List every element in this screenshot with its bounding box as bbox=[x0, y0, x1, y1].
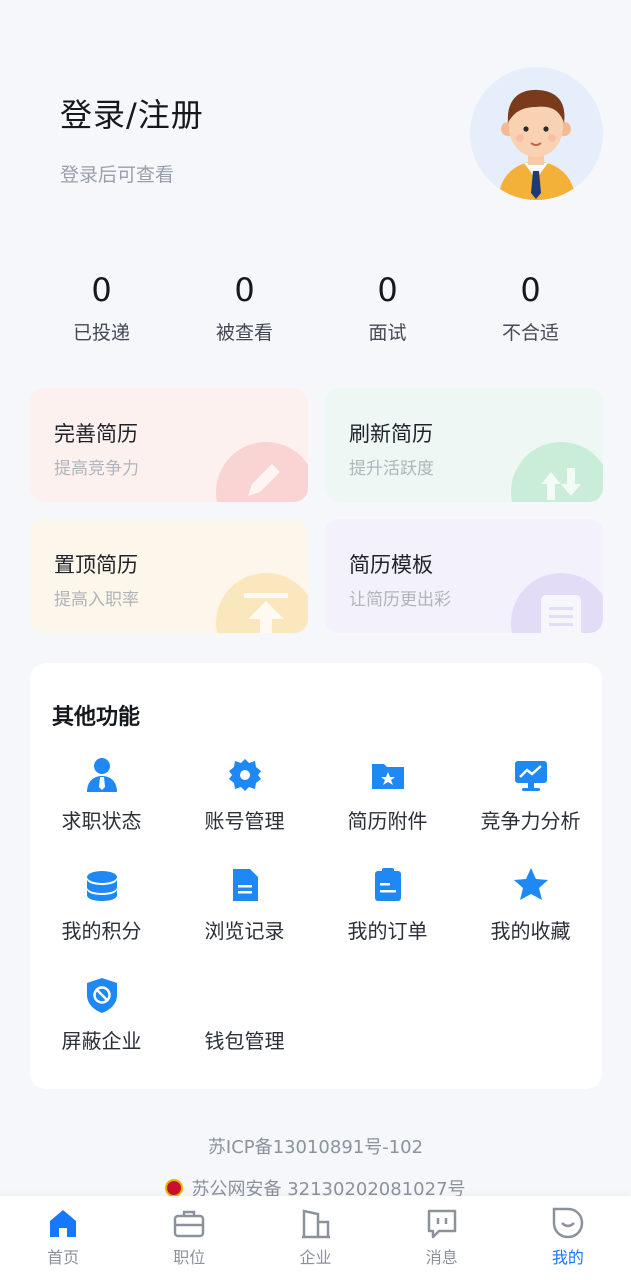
fn-label: 钱包管理 bbox=[204, 1029, 285, 1053]
login-hint: 登录后可查看 bbox=[60, 164, 175, 186]
avatar[interactable] bbox=[470, 67, 603, 200]
panel-title: 其他功能 bbox=[52, 705, 141, 730]
template-icon bbox=[511, 573, 603, 633]
fn-label: 账号管理 bbox=[204, 809, 285, 833]
card-subtitle: 提高竞争力 bbox=[54, 459, 139, 479]
profile-page: 登录/注册 登录后可查看 0 已投递 0 被查看 0 面试 0 不合适 完善简历… bbox=[0, 0, 631, 1280]
improve-resume-card[interactable]: 完善简历 提高竞争力 bbox=[30, 388, 308, 502]
arrow-up-icon bbox=[216, 573, 308, 633]
wallet-management-item[interactable]: 钱包管理 bbox=[173, 975, 316, 1054]
fn-label: 竞争力分析 bbox=[480, 809, 581, 833]
stat-value: 0 bbox=[234, 271, 255, 309]
monitor-chart-icon bbox=[514, 761, 547, 791]
my-points-item[interactable]: 我的积分 bbox=[30, 865, 173, 944]
tab-jobs[interactable]: 职位 bbox=[126, 1196, 252, 1280]
icp-record[interactable]: 苏ICP备13010891号-102 bbox=[0, 1133, 631, 1159]
resume-template-card[interactable]: 简历模板 让简历更出彩 bbox=[325, 519, 603, 633]
browse-history-item[interactable]: 浏览记录 bbox=[173, 865, 316, 944]
my-favorites-item[interactable]: 我的收藏 bbox=[459, 865, 602, 944]
stat-label: 面试 bbox=[368, 322, 407, 344]
my-orders-item[interactable]: 我的订单 bbox=[316, 865, 459, 944]
stat-interview[interactable]: 0 面试 bbox=[316, 270, 459, 350]
fn-label: 我的积分 bbox=[61, 919, 142, 943]
card-subtitle: 让简历更出彩 bbox=[349, 590, 451, 610]
stat-label: 已投递 bbox=[72, 322, 130, 344]
fn-label: 我的订单 bbox=[347, 919, 428, 943]
fn-label: 屏蔽企业 bbox=[61, 1029, 142, 1053]
account-management-item[interactable]: 账号管理 bbox=[173, 755, 316, 834]
stat-unsuitable[interactable]: 0 不合适 bbox=[459, 270, 602, 350]
stats-row: 0 已投递 0 被查看 0 面试 0 不合适 bbox=[30, 270, 602, 350]
refresh-resume-card[interactable]: 刷新简历 提升活跃度 bbox=[325, 388, 603, 502]
card-title: 完善简历 bbox=[54, 422, 138, 446]
stat-label: 不合适 bbox=[501, 322, 559, 344]
wallet-icon-placeholder bbox=[225, 975, 265, 1015]
document-icon bbox=[232, 869, 258, 901]
tab-label: 企业 bbox=[299, 1248, 332, 1267]
fn-label: 求职状态 bbox=[61, 809, 142, 833]
tab-label: 我的 bbox=[551, 1248, 584, 1267]
competitiveness-analysis-item[interactable]: 竞争力分析 bbox=[459, 755, 602, 834]
stat-label: 被查看 bbox=[215, 322, 273, 344]
folder-star-icon bbox=[371, 764, 404, 789]
tab-label: 首页 bbox=[47, 1248, 80, 1267]
refresh-icon bbox=[511, 442, 603, 502]
block-companies-item[interactable]: 屏蔽企业 bbox=[30, 975, 173, 1054]
order-icon bbox=[374, 868, 401, 901]
other-functions-panel: 其他功能 求职状态 账号管理 简历附件 竞争力分析 我的积分 浏览记录 我的订单… bbox=[30, 663, 602, 1089]
briefcase-icon bbox=[174, 1210, 205, 1238]
stat-value: 0 bbox=[377, 271, 398, 309]
home-icon bbox=[50, 1210, 77, 1237]
job-status-item[interactable]: 求职状态 bbox=[30, 755, 173, 834]
tab-label: 消息 bbox=[425, 1248, 458, 1267]
stat-delivered[interactable]: 0 已投递 bbox=[30, 270, 173, 350]
card-subtitle: 提升活跃度 bbox=[349, 459, 434, 479]
login-register-link[interactable]: 登录/注册 bbox=[60, 90, 204, 136]
card-title: 刷新简历 bbox=[349, 422, 433, 446]
tab-mine[interactable]: 我的 bbox=[505, 1196, 631, 1280]
fn-label: 简历附件 bbox=[347, 809, 428, 833]
tab-label: 职位 bbox=[173, 1248, 206, 1267]
tab-home[interactable]: 首页 bbox=[0, 1196, 126, 1280]
pencil-icon bbox=[216, 442, 308, 502]
stat-viewed[interactable]: 0 被查看 bbox=[173, 270, 316, 350]
fn-label: 我的收藏 bbox=[490, 919, 571, 943]
star-icon bbox=[513, 868, 548, 900]
resume-attachment-item[interactable]: 简历附件 bbox=[316, 755, 459, 834]
bottom-tab-bar: 首页 职位 企业 消息 我的 bbox=[0, 1196, 631, 1280]
block-shield-icon bbox=[86, 978, 117, 1013]
card-title: 简历模板 bbox=[349, 553, 433, 577]
person-icon bbox=[86, 758, 117, 792]
coins-icon bbox=[86, 871, 117, 901]
police-emblem-icon bbox=[165, 1179, 184, 1197]
gear-icon bbox=[228, 759, 261, 791]
avatar-illustration-icon bbox=[498, 89, 576, 200]
message-icon bbox=[427, 1209, 456, 1239]
card-subtitle: 提高入职率 bbox=[54, 590, 139, 610]
profile-icon bbox=[552, 1207, 584, 1239]
stat-value: 0 bbox=[520, 271, 541, 309]
fn-label: 浏览记录 bbox=[204, 919, 285, 943]
tab-companies[interactable]: 企业 bbox=[252, 1196, 378, 1280]
stat-value: 0 bbox=[91, 271, 112, 309]
tab-messages[interactable]: 消息 bbox=[379, 1196, 505, 1280]
building-icon bbox=[301, 1209, 330, 1239]
top-resume-card[interactable]: 置顶简历 提高入职率 bbox=[30, 519, 308, 633]
card-title: 置顶简历 bbox=[54, 553, 138, 577]
